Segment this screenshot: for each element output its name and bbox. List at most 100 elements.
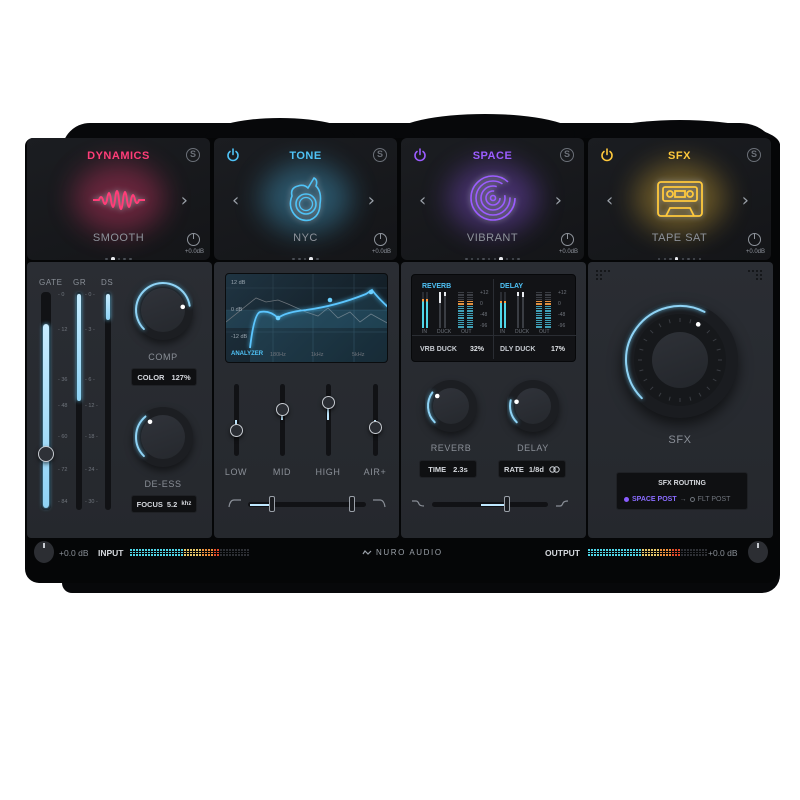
band-fader-low[interactable]	[233, 384, 239, 456]
preset-page-dot[interactable]	[487, 257, 491, 260]
preset-page-dot[interactable]	[669, 257, 672, 260]
tilt-track[interactable]	[432, 502, 548, 507]
lowcut-handle[interactable]	[268, 496, 275, 512]
tone-panel: 12 dB 0 dB -12 dB ANALYZER 180Hz 1kHz 5k…	[214, 262, 399, 538]
meter-label: IN	[500, 329, 505, 335]
preset-page-dot[interactable]	[309, 257, 313, 260]
vrb-duck-value[interactable]: 32%	[470, 346, 484, 353]
gate-meter[interactable]	[41, 292, 51, 510]
module-gain-value: +0.0dB	[558, 249, 578, 255]
routing-arrow: →	[679, 496, 687, 503]
input-gain-knob[interactable]	[34, 541, 54, 563]
module-dynamics: DYNAMICS S › SMOOTH +0.0dB	[27, 138, 210, 260]
preset-page-dot[interactable]	[470, 257, 474, 260]
reverb-meter-title: REVERB	[422, 283, 452, 290]
solo-button[interactable]: S	[747, 148, 761, 162]
led-segment	[681, 549, 683, 556]
delay-knob[interactable]	[507, 380, 559, 432]
preset-page-dot[interactable]	[698, 257, 702, 260]
band-fader-thumb[interactable]	[275, 402, 289, 416]
preset-page-dot[interactable]	[111, 257, 115, 260]
preset-page-dot[interactable]	[316, 257, 319, 260]
next-preset-button[interactable]: ›	[368, 190, 375, 211]
time-value-box[interactable]: TIME 2.3s	[419, 460, 477, 478]
preset-page-dot[interactable]	[511, 257, 515, 260]
preset-page-dot[interactable]	[657, 257, 661, 260]
preset-page-dot[interactable]	[517, 257, 520, 260]
next-preset-button[interactable]: ›	[742, 190, 749, 211]
preset-page-dot[interactable]	[123, 257, 126, 260]
preset-page-dot[interactable]	[681, 257, 685, 260]
preset-page-dot[interactable]	[674, 257, 679, 260]
preset-page-dot[interactable]	[303, 257, 307, 260]
led-segment	[588, 549, 590, 556]
band-fader-thumb[interactable]	[368, 420, 382, 434]
routing-space-post[interactable]: SPACE POST	[632, 496, 677, 503]
preset-page-dot[interactable]	[482, 257, 485, 260]
preset-page-dot[interactable]	[687, 257, 690, 260]
module-gain-knob[interactable]	[187, 233, 200, 246]
next-preset-button[interactable]: ›	[181, 190, 188, 211]
solo-button[interactable]: S	[373, 148, 387, 162]
prev-preset-button[interactable]: ‹	[419, 190, 426, 211]
module-gain-knob[interactable]	[748, 233, 761, 246]
preset-page-dot[interactable]	[105, 257, 108, 260]
preset-page-dot[interactable]	[493, 257, 497, 260]
led-segment	[178, 549, 180, 556]
module-title: SFX	[668, 150, 691, 162]
knob-pointer	[180, 304, 186, 310]
tilt-handle[interactable]	[504, 496, 511, 512]
focus-value-box[interactable]: FOCUS 5.2 khz	[131, 495, 197, 513]
dly-duck-value[interactable]: 17%	[551, 346, 565, 353]
sfx-knob-arc	[625, 305, 722, 402]
band-fader-thumb[interactable]	[321, 395, 335, 409]
led-segment	[690, 549, 692, 556]
module-gain-knob[interactable]	[374, 233, 387, 246]
band-fader-thumb[interactable]	[229, 424, 243, 438]
preset-page-dot[interactable]	[663, 257, 667, 260]
sfx-knob[interactable]	[622, 302, 738, 418]
eq-band-node[interactable]	[327, 297, 333, 303]
preset-page-dot[interactable]	[692, 257, 696, 260]
led-segment	[130, 549, 132, 556]
solo-button[interactable]: S	[560, 148, 574, 162]
sfx-routing-box[interactable]: SFX ROUTING SPACE POST → FLT POST	[616, 472, 748, 510]
preset-page-dot[interactable]	[476, 257, 480, 260]
led-segment	[621, 549, 623, 556]
prev-preset-button[interactable]: ‹	[232, 190, 239, 211]
solo-button[interactable]: S	[186, 148, 200, 162]
routing-flt-post[interactable]: FLT POST	[698, 496, 731, 503]
preset-page-dot[interactable]	[505, 257, 509, 260]
next-preset-button[interactable]: ›	[555, 190, 562, 211]
reverb-knob[interactable]	[425, 380, 477, 432]
sync-link-icon[interactable]	[549, 465, 560, 473]
output-gain-knob[interactable]	[748, 541, 768, 563]
preset-page-dot[interactable]	[465, 257, 468, 260]
waveform-icon	[92, 190, 145, 210]
preset-page-dot[interactable]	[298, 257, 301, 260]
band-fader-high[interactable]	[325, 384, 331, 456]
highcut-handle[interactable]	[348, 496, 355, 512]
eq-band-node[interactable]	[368, 289, 374, 295]
preset-page-dot[interactable]	[117, 257, 121, 260]
eq-band-node[interactable]	[275, 315, 281, 321]
module-title: SPACE	[472, 150, 513, 162]
preset-page-dot[interactable]	[129, 257, 132, 260]
analyzer-display[interactable]: 12 dB 0 dB -12 dB ANALYZER 180Hz 1kHz 5k…	[225, 273, 388, 363]
deess-knob[interactable]	[133, 407, 193, 467]
led-segment	[702, 549, 704, 556]
meter-scale-tick: +12	[558, 290, 567, 296]
preset-page-dot[interactable]	[292, 257, 295, 260]
meter-scale-tick: -48	[558, 312, 566, 318]
duck-meter	[439, 292, 441, 328]
gate-threshold-handle[interactable]	[38, 445, 54, 462]
led-segment	[208, 549, 210, 556]
rate-value-box[interactable]: RATE 1/8d	[498, 460, 566, 478]
prev-preset-button[interactable]: ‹	[606, 190, 613, 211]
module-gain-knob[interactable]	[561, 233, 574, 246]
preset-page-dot[interactable]	[499, 257, 503, 260]
led-segment	[645, 549, 647, 556]
band-fader-mid[interactable]	[279, 384, 285, 456]
color-value-box[interactable]: COLOR 127%	[131, 368, 197, 386]
comp-knob[interactable]	[133, 280, 193, 340]
